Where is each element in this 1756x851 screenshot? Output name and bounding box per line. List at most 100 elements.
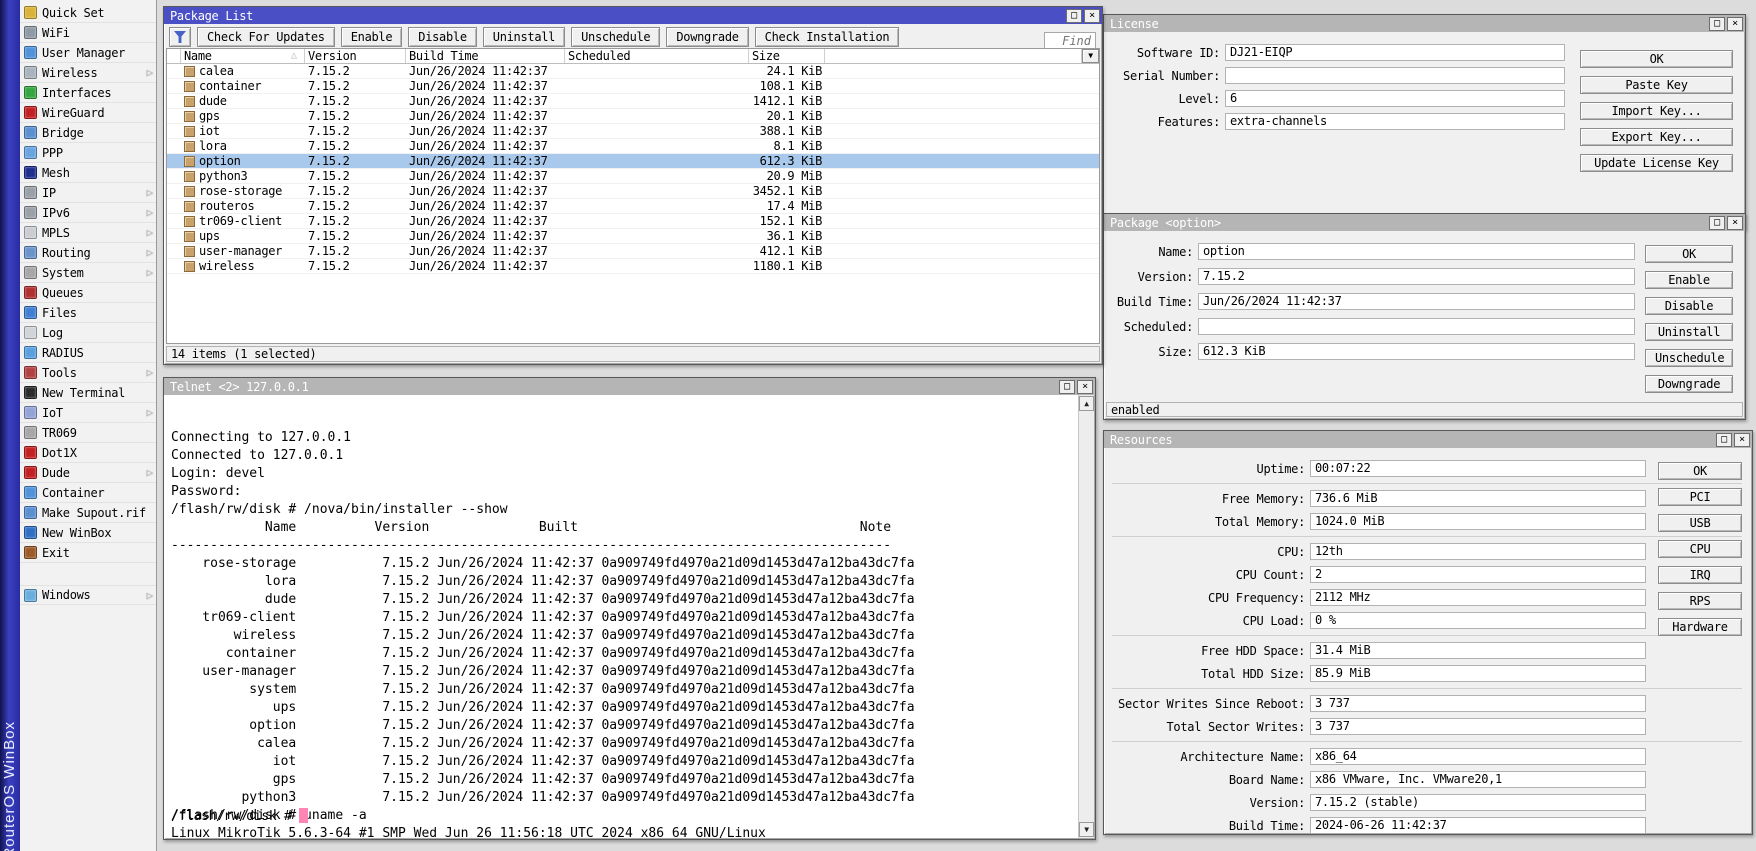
toolbar-button[interactable]: Uninstall bbox=[483, 27, 565, 47]
table-row[interactable]: container 7.15.2 Jun/26/2024 11:42:37 10… bbox=[167, 79, 1099, 94]
sidebar-item[interactable]: Routing ▷ bbox=[20, 243, 156, 263]
sidebar-item[interactable]: Log ▷ bbox=[20, 323, 156, 343]
toolbar-button[interactable]: Downgrade bbox=[666, 27, 748, 47]
sidebar-item[interactable]: Queues ▷ bbox=[20, 283, 156, 303]
side-button[interactable]: RPS bbox=[1658, 592, 1742, 610]
table-row[interactable]: gps 7.15.2 Jun/26/2024 11:42:37 20.1 KiB bbox=[167, 109, 1099, 124]
sidebar-item[interactable]: Tools ▷ bbox=[20, 363, 156, 383]
sidebar-item[interactable]: Windows ▷ bbox=[20, 585, 156, 605]
table-row[interactable]: user-manager 7.15.2 Jun/26/2024 11:42:37… bbox=[167, 244, 1099, 259]
field-value[interactable]: 7.15.2 (stable) bbox=[1310, 794, 1646, 811]
toolbar-button[interactable]: Check Installation bbox=[755, 27, 900, 47]
close-icon[interactable]: × bbox=[1727, 216, 1743, 230]
table-row[interactable]: lora 7.15.2 Jun/26/2024 11:42:37 8.1 KiB bbox=[167, 139, 1099, 154]
side-button[interactable]: Import Key... bbox=[1580, 102, 1733, 120]
column-header-build-time[interactable]: Build Time bbox=[406, 49, 565, 63]
column-header-version[interactable]: Version bbox=[305, 49, 406, 63]
field-value[interactable]: extra-channels bbox=[1225, 113, 1565, 130]
table-row[interactable]: python3 7.15.2 Jun/26/2024 11:42:37 20.9… bbox=[167, 169, 1099, 184]
scroll-up-icon[interactable]: ▲ bbox=[1079, 396, 1094, 411]
resources-titlebar[interactable]: Resources □ × bbox=[1104, 431, 1752, 448]
maximize-icon[interactable]: □ bbox=[1709, 216, 1725, 230]
side-button[interactable]: Uninstall bbox=[1645, 323, 1733, 341]
sidebar-item[interactable]: Quick Set ▷ bbox=[20, 3, 156, 23]
maximize-icon[interactable]: □ bbox=[1709, 17, 1725, 31]
side-button[interactable]: Paste Key bbox=[1580, 76, 1733, 94]
side-button[interactable]: CPU bbox=[1658, 540, 1742, 558]
field-value[interactable]: 1024.0 MiB bbox=[1310, 513, 1646, 530]
sidebar-item[interactable]: Make Supout.rif ▷ bbox=[20, 503, 156, 523]
field-value[interactable]: 3 737 bbox=[1310, 718, 1646, 735]
field-value[interactable]: Jun/26/2024 11:42:37 bbox=[1198, 293, 1635, 310]
find-input[interactable] bbox=[1044, 32, 1096, 49]
side-button[interactable]: Enable bbox=[1645, 271, 1733, 289]
sidebar-item[interactable]: Container ▷ bbox=[20, 483, 156, 503]
side-button[interactable]: PCI bbox=[1658, 488, 1742, 506]
field-value[interactable]: 85.9 MiB bbox=[1310, 665, 1646, 682]
sidebar-item[interactable]: RADIUS ▷ bbox=[20, 343, 156, 363]
maximize-icon[interactable]: □ bbox=[1716, 433, 1732, 447]
side-button[interactable]: Export Key... bbox=[1580, 128, 1733, 146]
field-value[interactable]: x86 VMware, Inc. VMware20,1 bbox=[1310, 771, 1646, 788]
side-button[interactable]: USB bbox=[1658, 514, 1742, 532]
sidebar-item[interactable]: PPP ▷ bbox=[20, 143, 156, 163]
field-value[interactable]: 00:07:22 bbox=[1310, 460, 1646, 477]
sidebar-item[interactable]: Files ▷ bbox=[20, 303, 156, 323]
table-row[interactable]: tr069-client 7.15.2 Jun/26/2024 11:42:37… bbox=[167, 214, 1099, 229]
field-value[interactable]: 2024-06-26 11:42:37 bbox=[1310, 817, 1646, 834]
sidebar-item[interactable]: New WinBox ▷ bbox=[20, 523, 156, 543]
column-header-size[interactable]: Size bbox=[749, 49, 825, 63]
field-value[interactable]: 0 % bbox=[1310, 612, 1646, 629]
column-header-scheduled[interactable]: Scheduled bbox=[565, 49, 749, 63]
sidebar-item[interactable]: System ▷ bbox=[20, 263, 156, 283]
side-button[interactable]: IRQ bbox=[1658, 566, 1742, 584]
side-button[interactable]: Hardware bbox=[1658, 618, 1742, 636]
maximize-icon[interactable]: □ bbox=[1059, 380, 1075, 394]
telnet-titlebar[interactable]: Telnet <2> 127.0.0.1 □ × bbox=[164, 378, 1095, 395]
toolbar-button[interactable]: Enable bbox=[341, 27, 403, 47]
sidebar-item[interactable]: IoT ▷ bbox=[20, 403, 156, 423]
side-button[interactable]: Downgrade bbox=[1645, 375, 1733, 393]
field-value[interactable]: DJ21-EIQP bbox=[1225, 44, 1565, 61]
table-row[interactable]: routeros 7.15.2 Jun/26/2024 11:42:37 17.… bbox=[167, 199, 1099, 214]
field-value[interactable]: 31.4 MiB bbox=[1310, 642, 1646, 659]
side-button[interactable]: OK bbox=[1645, 245, 1733, 263]
side-button[interactable]: OK bbox=[1580, 50, 1733, 68]
field-value[interactable]: 612.3 KiB bbox=[1198, 343, 1635, 360]
sidebar-item[interactable]: IP ▷ bbox=[20, 183, 156, 203]
sidebar-item[interactable]: Interfaces ▷ bbox=[20, 83, 156, 103]
table-row[interactable]: rose-storage 7.15.2 Jun/26/2024 11:42:37… bbox=[167, 184, 1099, 199]
table-row[interactable]: dude 7.15.2 Jun/26/2024 11:42:37 1412.1 … bbox=[167, 94, 1099, 109]
toolbar-button[interactable]: Unschedule bbox=[571, 27, 660, 47]
sidebar-item[interactable]: WiFi ▷ bbox=[20, 23, 156, 43]
sidebar-item[interactable]: New Terminal ▷ bbox=[20, 383, 156, 403]
table-row[interactable]: wireless 7.15.2 Jun/26/2024 11:42:37 118… bbox=[167, 259, 1099, 274]
close-icon[interactable]: × bbox=[1727, 17, 1743, 31]
filter-button[interactable] bbox=[169, 27, 191, 47]
sidebar-item[interactable]: TR069 ▷ bbox=[20, 423, 156, 443]
close-icon[interactable]: × bbox=[1734, 433, 1750, 447]
column-header-name[interactable]: Name bbox=[181, 49, 305, 63]
sidebar-item[interactable]: IPv6 ▷ bbox=[20, 203, 156, 223]
side-button[interactable]: Unschedule bbox=[1645, 349, 1733, 367]
package-option-titlebar[interactable]: Package <option> □ × bbox=[1104, 214, 1745, 231]
package-list-titlebar[interactable]: Package List □ × bbox=[164, 7, 1102, 24]
sidebar-item[interactable]: Exit ▷ bbox=[20, 543, 156, 563]
field-value[interactable]: 3 737 bbox=[1310, 695, 1646, 712]
table-row[interactable]: calea 7.15.2 Jun/26/2024 11:42:37 24.1 K… bbox=[167, 64, 1099, 79]
sidebar-item[interactable]: User Manager ▷ bbox=[20, 43, 156, 63]
field-value[interactable]: x86_64 bbox=[1310, 748, 1646, 765]
field-value[interactable]: option bbox=[1198, 243, 1635, 260]
table-row[interactable]: option 7.15.2 Jun/26/2024 11:42:37 612.3… bbox=[167, 154, 1099, 169]
sidebar-item[interactable]: Dude ▷ bbox=[20, 463, 156, 483]
terminal-scrollbar[interactable]: ▲ ▼ bbox=[1078, 395, 1094, 838]
column-select-dropdown-icon[interactable]: ▼ bbox=[1082, 49, 1099, 63]
scroll-down-icon[interactable]: ▼ bbox=[1079, 822, 1094, 837]
side-button[interactable]: OK bbox=[1658, 462, 1742, 480]
close-icon[interactable]: × bbox=[1077, 380, 1093, 394]
terminal-area[interactable]: Connecting to 127.0.0.1Connected to 127.… bbox=[165, 395, 1094, 838]
table-row[interactable]: ups 7.15.2 Jun/26/2024 11:42:37 36.1 KiB bbox=[167, 229, 1099, 244]
field-value[interactable] bbox=[1225, 67, 1565, 84]
sidebar-item[interactable]: Bridge ▷ bbox=[20, 123, 156, 143]
table-row[interactable]: iot 7.15.2 Jun/26/2024 11:42:37 388.1 Ki… bbox=[167, 124, 1099, 139]
